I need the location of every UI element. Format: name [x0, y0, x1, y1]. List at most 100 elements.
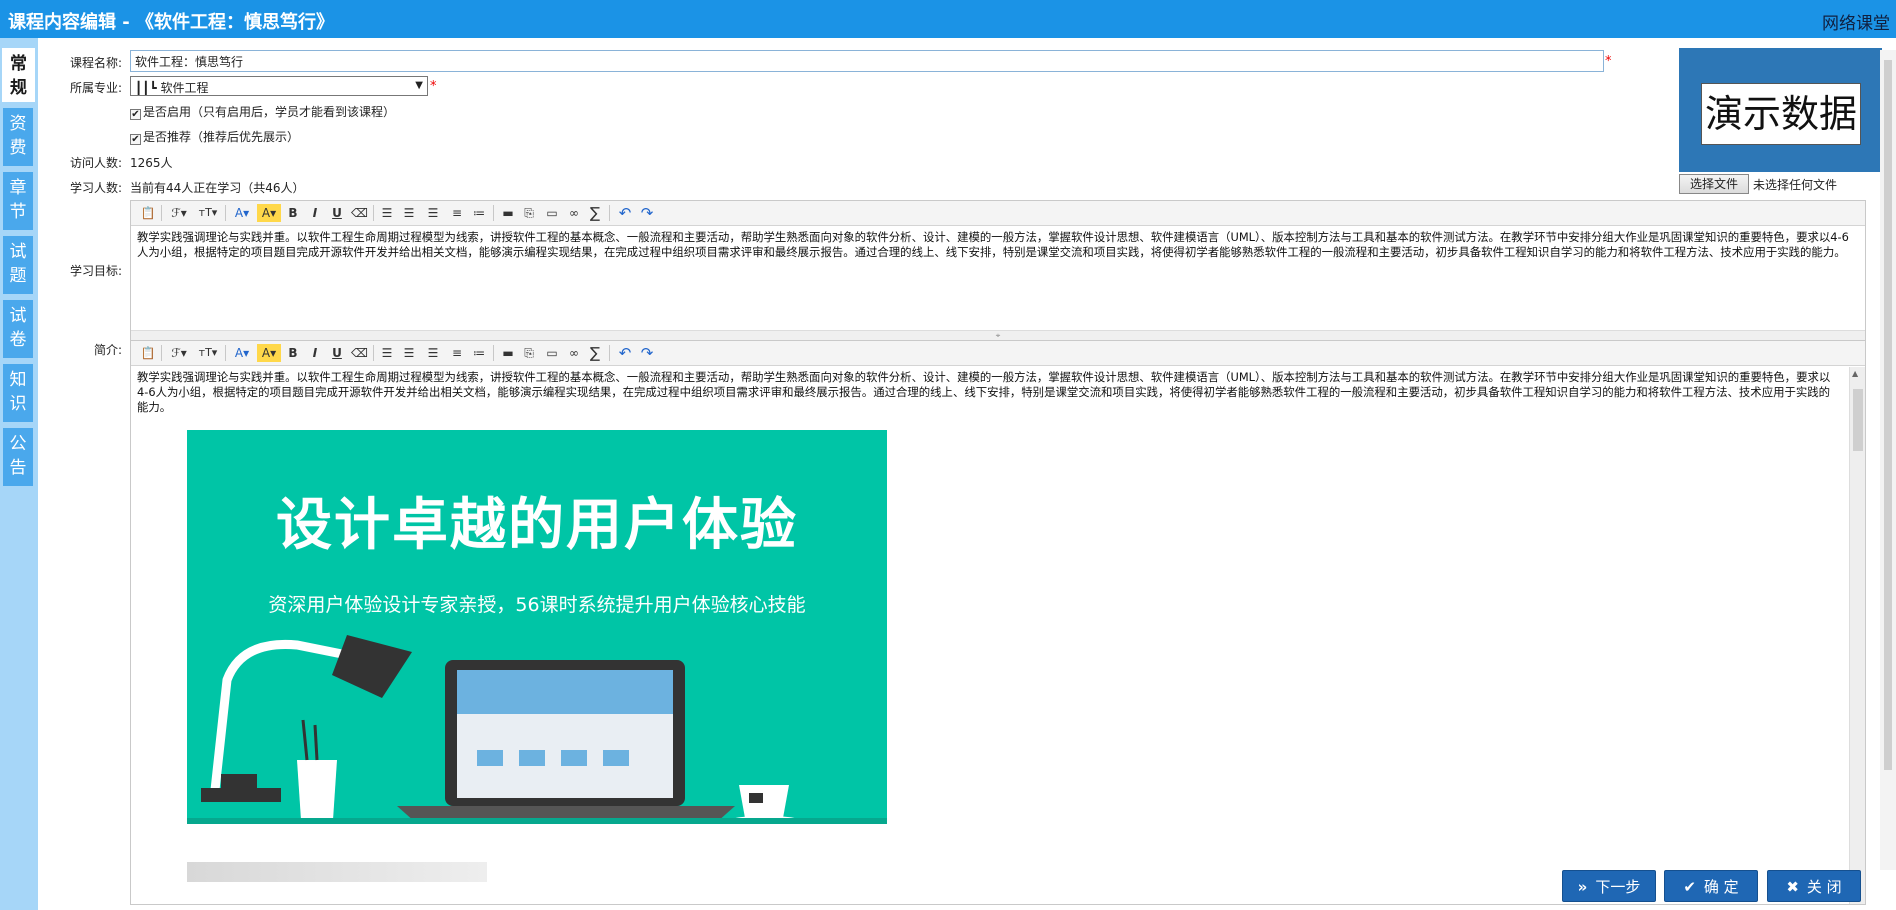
enabled-checkbox-row[interactable]: ✔ 是否启用（只有启用后，学员才能看到该课程）	[130, 103, 395, 120]
align-right-icon[interactable]: ☰	[425, 344, 441, 362]
media-icon[interactable]: ▭	[543, 344, 561, 362]
confirm-label: 确 定	[1703, 878, 1739, 896]
font-size-button[interactable]: тT▾	[195, 344, 221, 362]
redo-button[interactable]: ↷	[639, 344, 655, 362]
chevron-down-icon: ▼	[415, 80, 423, 91]
font-color-button[interactable]: A▾	[231, 204, 253, 222]
tab-notices[interactable]: 公告	[3, 428, 33, 486]
toolbar-separator	[373, 345, 374, 361]
bold-button[interactable]: B	[285, 344, 301, 362]
tab-fees[interactable]: 资费	[3, 108, 33, 166]
checkmark-icon: ✔	[1683, 878, 1696, 896]
font-size-button[interactable]: тT▾	[195, 204, 221, 222]
toolbar-separator	[225, 205, 226, 221]
page-scrollbar-thumb[interactable]	[1884, 60, 1892, 770]
eraser-icon[interactable]: ⌫	[351, 204, 368, 222]
align-left-icon[interactable]: ☰	[379, 344, 395, 362]
intro-editor-content[interactable]: 教学实践强调理论与实践并重。以软件工程生命周期过程模型为线索，讲授软件工程的基本…	[131, 366, 1865, 904]
attachment-icon[interactable]: ⎘	[521, 204, 537, 222]
image-icon[interactable]: ▬	[499, 204, 517, 222]
align-center-icon[interactable]: ☰	[401, 344, 417, 362]
title-bar: 课程内容编辑 - 《软件工程：慎思笃行》 网络课堂	[0, 0, 1896, 38]
link-icon[interactable]: ∞	[565, 204, 583, 222]
learners-value: 当前有44人正在学习（共46人）	[130, 181, 305, 195]
tab-questions[interactable]: 试题	[3, 236, 33, 294]
recommend-checkbox-label: 是否推荐（推荐后优先展示）	[143, 130, 300, 144]
media-icon[interactable]: ▭	[543, 204, 561, 222]
font-family-button[interactable]: ℱ▾	[167, 344, 191, 362]
sum-button[interactable]: ∑	[587, 204, 603, 222]
paste-icon[interactable]: 📋	[139, 344, 157, 362]
toolbar-separator	[225, 345, 226, 361]
undo-button[interactable]: ↶	[617, 204, 633, 222]
close-button[interactable]: ✖ 关 闭	[1767, 870, 1861, 902]
sum-button[interactable]: ∑	[587, 344, 603, 362]
highlight-button[interactable]: A▾	[257, 204, 281, 222]
attachment-icon[interactable]: ⎘	[521, 344, 537, 362]
desk-illustration	[201, 635, 799, 824]
sidebar: 常规 资费 章节 试题 试卷 知识 公告	[0, 38, 38, 910]
editor-scrollbar[interactable]: ▲	[1849, 367, 1865, 904]
learners-label: 学习人数:	[69, 181, 122, 195]
image-icon[interactable]: ▬	[499, 344, 517, 362]
align-center-icon[interactable]: ☰	[401, 204, 417, 222]
resize-handle[interactable]: ⌖	[131, 330, 1865, 340]
major-select[interactable]: ┃┃┗ 软件工程 ▼	[130, 76, 428, 96]
visitors-label: 访问人数:	[69, 156, 122, 170]
tab-general-label: 常规	[10, 54, 27, 98]
bold-button[interactable]: B	[285, 204, 301, 222]
required-mark: *	[430, 79, 437, 94]
eraser-icon[interactable]: ⌫	[351, 344, 368, 362]
toolbar-separator	[161, 205, 162, 221]
recommend-checkbox-row[interactable]: ✔ 是否推荐（推荐后优先展示）	[130, 128, 299, 145]
underline-button[interactable]: U	[329, 344, 345, 362]
scroll-up-icon[interactable]: ▲	[1852, 369, 1858, 378]
italic-button[interactable]: I	[307, 344, 323, 362]
tab-knowledge-label: 知识	[9, 370, 27, 414]
course-name-label: 课程名称:	[69, 56, 122, 70]
toolbar-separator	[609, 345, 610, 361]
tab-chapters-label: 章节	[9, 178, 27, 222]
toolbar-separator	[161, 345, 162, 361]
course-cover-preview: 演示数据	[1679, 48, 1882, 172]
ordered-list-icon[interactable]: ≡	[449, 344, 465, 362]
redo-button[interactable]: ↷	[639, 204, 655, 222]
choose-file-button[interactable]: 选择文件	[1679, 174, 1749, 194]
tab-notices-label: 公告	[9, 434, 27, 478]
goal-editor-content[interactable]: 教学实践强调理论与实践并重。以软件工程生命周期过程模型为线索，讲授软件工程的基本…	[131, 226, 1865, 330]
link-icon[interactable]: ∞	[565, 344, 583, 362]
tab-knowledge[interactable]: 知识	[3, 364, 33, 422]
goal-label: 学习目标:	[69, 264, 122, 278]
toolbar-separator	[493, 345, 494, 361]
unordered-list-icon[interactable]: ≔	[471, 204, 487, 222]
tab-general[interactable]: 常规	[2, 48, 35, 102]
page-title: 课程内容编辑 - 《软件工程：慎思笃行》	[8, 12, 335, 33]
underline-button[interactable]: U	[329, 204, 345, 222]
tab-chapters[interactable]: 章节	[3, 172, 33, 230]
major-label: 所属专业:	[69, 81, 122, 95]
font-color-button[interactable]: A▾	[231, 344, 253, 362]
intro-label: 简介:	[93, 343, 122, 357]
enabled-checkbox[interactable]: ✔	[130, 109, 141, 120]
align-right-icon[interactable]: ☰	[425, 204, 441, 222]
confirm-button[interactable]: ✔ 确 定	[1664, 870, 1758, 902]
highlight-button[interactable]: A▾	[257, 344, 281, 362]
course-name-input[interactable]	[130, 50, 1604, 72]
recommend-checkbox[interactable]: ✔	[130, 134, 141, 145]
toolbar-separator	[373, 205, 374, 221]
italic-button[interactable]: I	[307, 204, 323, 222]
next-step-label: 下一步	[1595, 878, 1641, 896]
cover-image-text: 演示数据	[1701, 83, 1861, 145]
unordered-list-icon[interactable]: ≔	[471, 344, 487, 362]
tab-papers[interactable]: 试卷	[3, 300, 33, 358]
align-left-icon[interactable]: ☰	[379, 204, 395, 222]
ordered-list-icon[interactable]: ≡	[449, 204, 465, 222]
undo-button[interactable]: ↶	[617, 344, 633, 362]
page-scrollbar[interactable]	[1880, 50, 1896, 870]
scrollbar-thumb[interactable]	[1853, 389, 1863, 451]
file-status-text: 未选择任何文件	[1753, 178, 1838, 192]
paste-icon[interactable]: 📋	[139, 204, 157, 222]
font-family-button[interactable]: ℱ▾	[167, 204, 191, 222]
next-step-button[interactable]: » 下一步	[1562, 870, 1656, 902]
enabled-checkbox-label: 是否启用（只有启用后，学员才能看到该课程）	[143, 105, 396, 119]
